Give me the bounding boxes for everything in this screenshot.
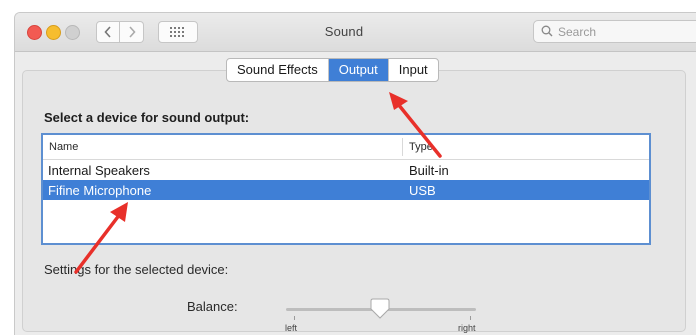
- annotation-arrows: [74, 92, 442, 274]
- arrow-to-output-tab: [389, 92, 442, 158]
- arrow-to-selected-device: [74, 202, 128, 274]
